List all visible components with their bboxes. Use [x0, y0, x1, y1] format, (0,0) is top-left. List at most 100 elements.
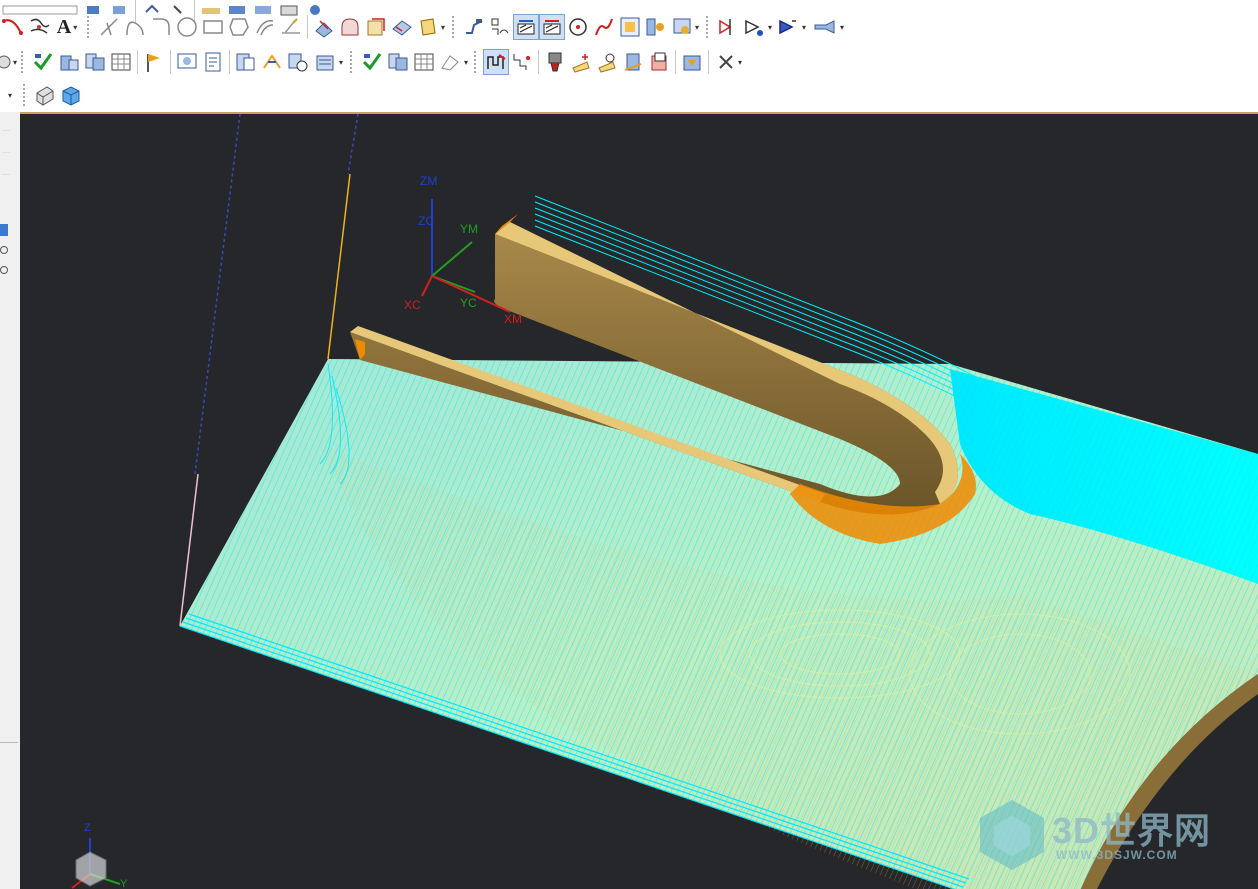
- toolbar-separator: [538, 50, 539, 74]
- shaded-view-icon[interactable]: [58, 82, 84, 108]
- radio-icon[interactable]: [0, 266, 8, 274]
- chevron-down-icon[interactable]: ▾: [71, 23, 79, 32]
- tool-holder-icon[interactable]: [542, 49, 568, 75]
- shop-doc-icon[interactable]: ▾: [809, 14, 849, 40]
- toolbar-separator: [307, 15, 308, 39]
- toolbar-separator: [170, 50, 171, 74]
- verify-all-icon[interactable]: [359, 49, 385, 75]
- create-tool-icon[interactable]: [715, 14, 741, 40]
- yc-label: YC: [460, 296, 477, 310]
- sketch-curve-icon[interactable]: [26, 14, 52, 40]
- ym-label: YM: [460, 222, 478, 236]
- view-triad[interactable]: Z Y: [60, 822, 140, 889]
- toolbar-separator: [708, 50, 709, 74]
- toolbar-grip[interactable]: [21, 51, 27, 73]
- zm-label: ZM: [420, 174, 438, 188]
- project-curve-icon[interactable]: [311, 14, 337, 40]
- resource-bar-cell[interactable]: [2, 118, 10, 131]
- toolbar-separator: [675, 50, 676, 74]
- toolbar-separator: [229, 50, 230, 74]
- text-icon[interactable]: A ▾: [52, 14, 84, 40]
- chevron-down-icon[interactable]: ▾: [838, 23, 846, 32]
- group-verify-icon[interactable]: [385, 49, 411, 75]
- curve-icon[interactable]: [591, 14, 617, 40]
- generate-toolpath-icon[interactable]: [30, 49, 56, 75]
- feed-table-icon[interactable]: [233, 49, 259, 75]
- material-remove-icon[interactable]: [646, 49, 672, 75]
- verify-icon[interactable]: [513, 14, 539, 40]
- delete-icon[interactable]: ▾: [712, 49, 748, 75]
- arc-icon[interactable]: [122, 14, 148, 40]
- surface-curve-icon[interactable]: [389, 14, 415, 40]
- toolbar-grip[interactable]: [452, 16, 458, 38]
- ym-axis: [431, 241, 473, 277]
- chevron-down-icon[interactable]: ▾: [736, 58, 744, 67]
- flag-icon[interactable]: [141, 49, 167, 75]
- intersect-curve-icon[interactable]: [337, 14, 363, 40]
- graphics-viewport[interactable]: ZM ZC YM XC YC XM Z Y 3D世界网 WWW.3DSJW.CO…: [20, 112, 1258, 889]
- chevron-down-icon[interactable]: ▾: [337, 58, 345, 67]
- chevron-down-icon[interactable]: ▾: [766, 23, 774, 32]
- point-icon[interactable]: [565, 14, 591, 40]
- toolpath-trace-icon[interactable]: [509, 49, 535, 75]
- machine-tool-icon[interactable]: [643, 14, 669, 40]
- spline-icon[interactable]: [0, 14, 26, 40]
- toolpath-scene[interactable]: [20, 114, 1258, 889]
- simulate-icon[interactable]: [539, 14, 565, 40]
- replay-toolpath-icon[interactable]: [56, 49, 82, 75]
- toolbar-grip[interactable]: [474, 51, 480, 73]
- triad-z-label: Z: [84, 822, 91, 834]
- solid-view-icon[interactable]: [32, 82, 58, 108]
- toolbar-area: A ▾ ▾ ▾ ▾ ▾ ▾ ▾ ▾ ▾ ▾ ▾: [0, 0, 1258, 112]
- fillet-icon[interactable]: [148, 14, 174, 40]
- clock-icon[interactable]: ▾: [0, 49, 18, 75]
- edit-object-icon[interactable]: ▾: [415, 14, 449, 40]
- path-list-icon[interactable]: [487, 14, 513, 40]
- resource-bar-cell[interactable]: [2, 162, 10, 175]
- resource-bar: [0, 112, 21, 889]
- toolbar-grip[interactable]: [706, 16, 712, 38]
- create-geometry-icon[interactable]: ▾: [775, 14, 809, 40]
- wire-icon[interactable]: ▾: [437, 49, 471, 75]
- transform-icon[interactable]: [259, 49, 285, 75]
- toolbar-grip[interactable]: [23, 84, 29, 106]
- create-point-icon[interactable]: [568, 49, 594, 75]
- table-verify-icon[interactable]: [411, 49, 437, 75]
- trim-curve-icon[interactable]: [278, 14, 304, 40]
- time-icon[interactable]: [285, 49, 311, 75]
- path-display-icon[interactable]: [461, 14, 487, 40]
- list-toolpath-icon[interactable]: [82, 49, 108, 75]
- toolbar-grip[interactable]: [87, 16, 93, 38]
- xc-label: XC: [404, 298, 421, 312]
- stock-icon[interactable]: [620, 49, 646, 75]
- rectangle-icon[interactable]: [200, 14, 226, 40]
- review-icon[interactable]: [174, 49, 200, 75]
- chevron-down-icon[interactable]: ▾: [462, 58, 470, 67]
- circle-icon[interactable]: [174, 14, 200, 40]
- toolpath-display-active-icon[interactable]: [483, 49, 509, 75]
- toolbar-row-operations: ▾ ▾ ▾ ▾: [0, 45, 748, 79]
- toolpath-table-icon[interactable]: [108, 49, 134, 75]
- chevron-down-icon[interactable]: ▾: [6, 91, 14, 100]
- batch-icon[interactable]: ▾: [311, 49, 347, 75]
- extract-curve-icon[interactable]: [363, 14, 389, 40]
- create-method-icon[interactable]: ▾: [741, 14, 775, 40]
- menu-icon[interactable]: ▾: [0, 82, 20, 108]
- process-icon[interactable]: [617, 14, 643, 40]
- line-icon[interactable]: [96, 14, 122, 40]
- gouge-check-icon[interactable]: [594, 49, 620, 75]
- chevron-down-icon[interactable]: ▾: [693, 23, 701, 32]
- toolbar-grip[interactable]: [350, 51, 356, 73]
- watermark: 3D世界网 WWW.3DSJW.COM: [972, 794, 1252, 884]
- report-icon[interactable]: [200, 49, 226, 75]
- chevron-down-icon[interactable]: ▾: [12, 58, 18, 67]
- resource-tab-active[interactable]: [0, 224, 8, 236]
- postprocess-icon[interactable]: ▾: [669, 14, 703, 40]
- resource-bar-cell[interactable]: [2, 140, 10, 153]
- post-export-icon[interactable]: [679, 49, 705, 75]
- offset-curve-icon[interactable]: [252, 14, 278, 40]
- chevron-down-icon[interactable]: ▾: [800, 23, 808, 32]
- chevron-down-icon[interactable]: ▾: [439, 23, 447, 32]
- radio-icon[interactable]: [0, 246, 8, 254]
- polygon-icon[interactable]: [226, 14, 252, 40]
